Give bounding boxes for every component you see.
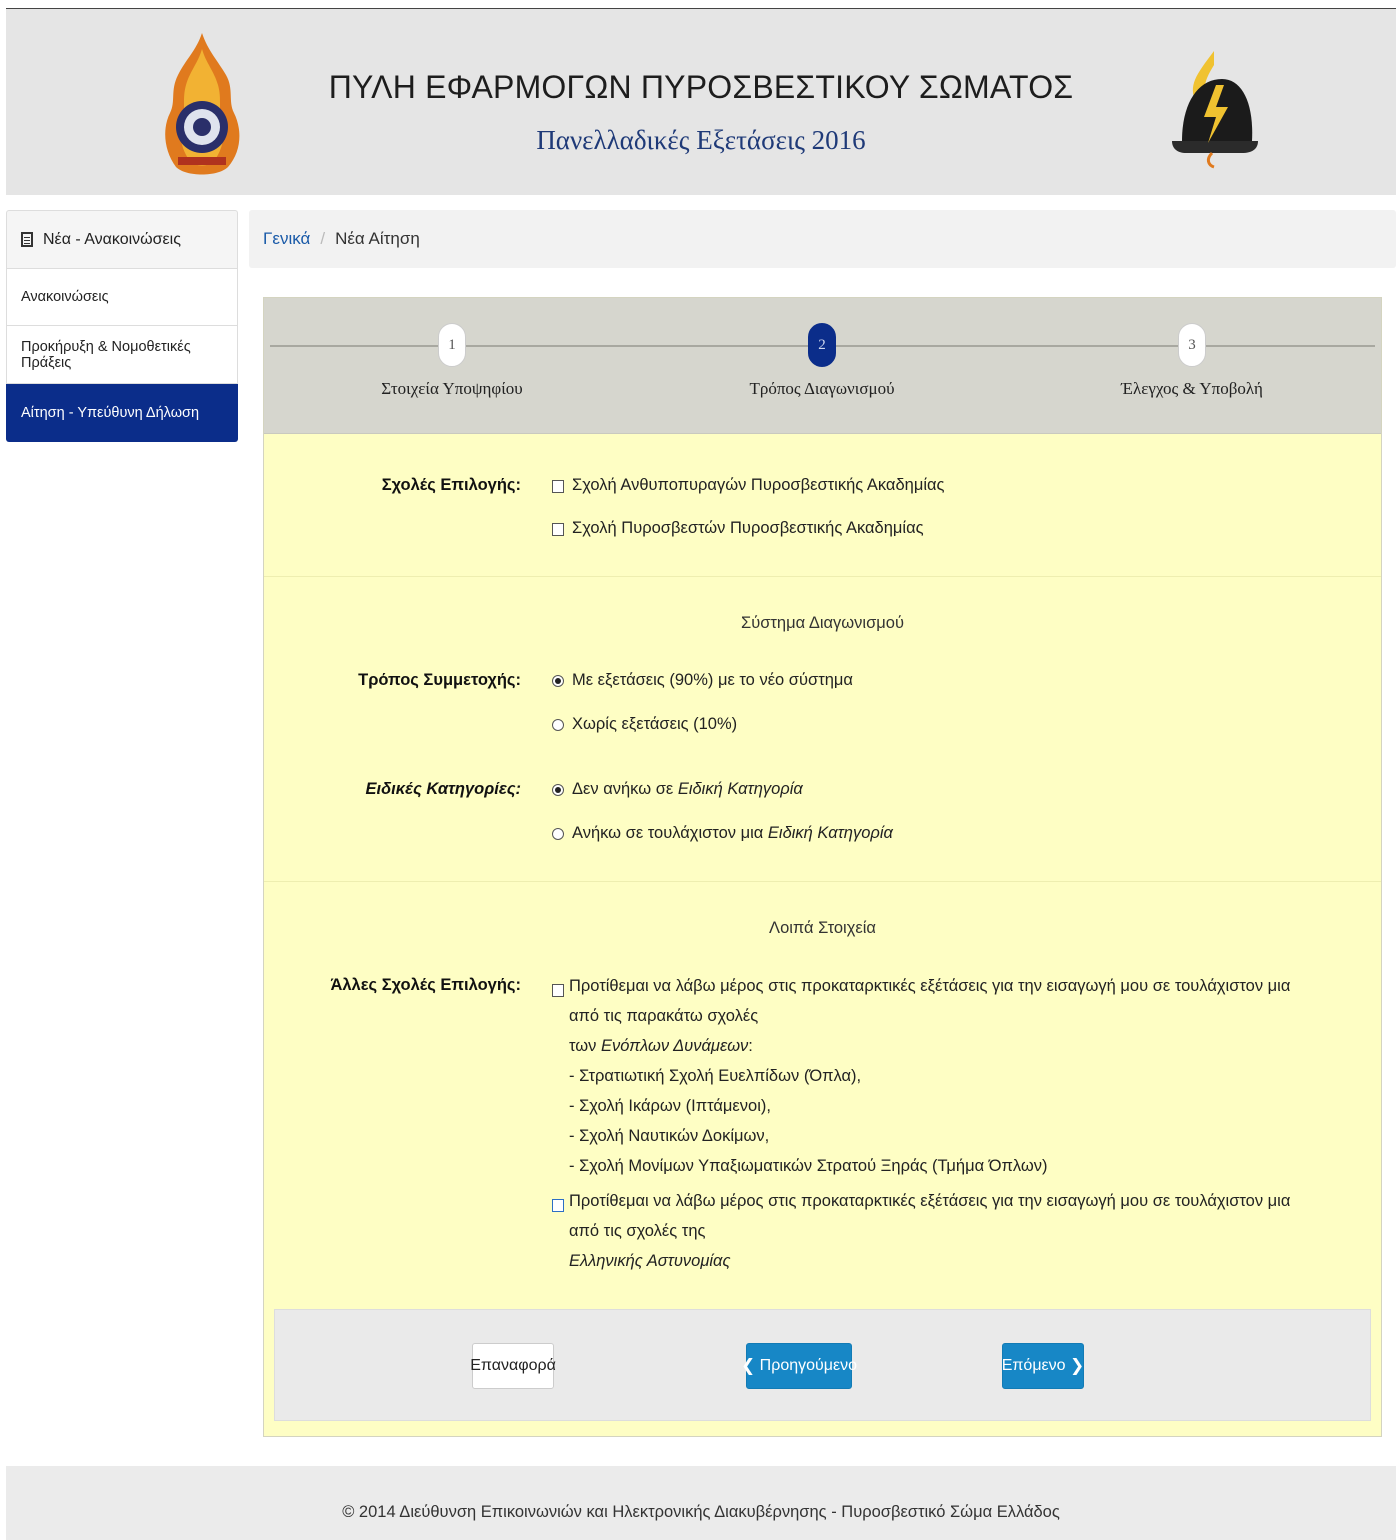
chevron-left-icon: ❮ — [740, 1356, 756, 1375]
breadcrumb-current: Νέα Αίτηση — [335, 229, 420, 248]
police-line: Ελληνικής Αστυνομίας — [569, 1252, 731, 1270]
special-none-radio[interactable] — [552, 784, 564, 796]
school-officers-checkbox[interactable] — [552, 480, 564, 493]
next-button[interactable]: Επόμενο ❯ — [1002, 1343, 1084, 1389]
special-option-none[interactable]: Δεν ανήκω σε Ειδική Κατηγορία — [552, 780, 803, 799]
breadcrumb-home-link[interactable]: Γενικά — [263, 229, 310, 249]
next-button-label: Επόμενο — [1001, 1357, 1066, 1374]
police-checkbox[interactable] — [552, 1199, 564, 1212]
other-schools-label: Άλλες Σχολές Επιλογής: — [330, 976, 521, 994]
school-firefighters-checkbox[interactable] — [552, 523, 564, 536]
school-option-officers[interactable]: Σχολή Ανθυποπυραγών Πυροσβεστικής Ακαδημ… — [552, 476, 945, 495]
participation-no-exams-radio[interactable] — [552, 719, 564, 731]
other-section-title: Λοιπά Στοιχεία — [769, 919, 876, 937]
armed-forces-checkbox[interactable] — [552, 984, 564, 997]
special-option-member[interactable]: Ανήκω σε τουλάχιστον μια Ειδική Κατηγορί… — [552, 824, 893, 843]
reset-button[interactable]: Επαναφορά — [470, 1343, 556, 1389]
option-text: Με εξετάσεις (90%) με το νέο σύστημα — [572, 671, 853, 689]
site-header: ΠΥΛΗ ΕΦΑΡΜΟΓΩΝ ΠΥΡΟΣΒΕΣΤΙΚΟΥ ΣΩΜΑΤΟΣ Παν… — [6, 9, 1396, 195]
sidebar-item-label: Προκήρυξη & Νομοθετικές Πράξεις — [21, 338, 191, 371]
wizard-step-label: Τρόπος Διαγωνισμού — [749, 379, 895, 398]
application-form-panel: 1 Στοιχεία Υποψηφίου 2 Τρόπος Διαγωνισμο… — [263, 297, 1382, 1437]
police-option-text: Προτίθεμαι να λάβω μέρος στις προκαταρκτ… — [569, 1186, 1309, 1276]
participation-exams-radio[interactable] — [552, 675, 564, 687]
school-option-firefighters[interactable]: Σχολή Πυροσβεστών Πυροσβεστικής Ακαδημία… — [552, 519, 924, 538]
sidebar-item-label: Αίτηση - Υπεύθυνη Δήλωση — [21, 404, 200, 421]
armed-forces-line: Προτίθεμαι να λάβω μέρος στις προκαταρκτ… — [569, 977, 1291, 1025]
armed-school-item: - Σχολή Ικάρων (Ιπτάμενοι), — [569, 1097, 771, 1115]
document-icon — [21, 232, 33, 247]
wizard-step-2[interactable]: 2 Τρόπος Διαγωνισμού — [702, 323, 942, 399]
armed-school-item: - Στρατιωτική Σχολή Ευελπίδων (Όπλα), — [569, 1067, 862, 1085]
police-line: Προτίθεμαι να λάβω μέρος στις προκαταρκτ… — [569, 1192, 1291, 1240]
form-button-bar: Επαναφορά ❮ Προηγούμενο Επόμενο ❯ — [274, 1309, 1371, 1421]
participation-option-no-exams[interactable]: Χωρίς εξετάσεις (10%) — [552, 715, 737, 734]
section-divider — [264, 576, 1381, 577]
wizard-step-3[interactable]: 3 Έλεγχος & Υποβολή — [1072, 323, 1312, 399]
armed-school-item: - Σχολή Μονίμων Υπαξιωματικών Στρατού Ξη… — [569, 1157, 1048, 1175]
footer-text: © 2014 Διεύθυνση Επικοινωνιών και Ηλεκτρ… — [342, 1503, 1060, 1521]
participation-label: Τρόπος Συμμετοχής: — [358, 671, 521, 689]
sidebar: Νέα - Ανακοινώσεις Ανακοινώσεις Προκήρυξ… — [6, 210, 238, 442]
option-text: Ανήκω σε τουλάχιστον μια Ειδική Κατηγορί… — [572, 824, 893, 842]
schools-label: Σχολές Επιλογής: — [381, 476, 521, 494]
option-text: Χωρίς εξετάσεις (10%) — [572, 715, 738, 733]
sidebar-item-proclamation[interactable]: Προκήρυξη & Νομοθετικές Πράξεις — [6, 326, 238, 384]
wizard-step-number: 1 — [438, 323, 466, 367]
sidebar-item-announcements[interactable]: Ανακοινώσεις — [6, 268, 238, 326]
section-divider — [264, 881, 1381, 882]
special-categories-label: Ειδικές Κατηγορίες: — [365, 780, 521, 798]
armed-school-item: - Σχολή Ναυτικών Δοκίμων, — [569, 1127, 770, 1145]
wizard-step-number: 3 — [1178, 323, 1206, 367]
sidebar-item-application[interactable]: Αίτηση - Υπεύθυνη Δήλωση — [6, 384, 238, 442]
armed-forces-option-text: Προτίθεμαι να λάβω μέρος στις προκαταρκτ… — [569, 971, 1309, 1181]
breadcrumb: Γενικά / Νέα Αίτηση — [249, 210, 1396, 268]
wizard-step-number: 2 — [808, 323, 836, 367]
participation-option-exams[interactable]: Με εξετάσεις (90%) με το νέο σύστημα — [552, 671, 853, 690]
previous-button[interactable]: ❮ Προηγούμενο — [741, 1343, 857, 1389]
sidebar-item-label: Ανακοινώσεις — [21, 289, 109, 305]
wizard-step-1[interactable]: 1 Στοιχεία Υποψηφίου — [332, 323, 572, 399]
wizard-step-label: Στοιχεία Υποψηφίου — [381, 379, 523, 398]
previous-button-label: Προηγούμενο — [759, 1357, 858, 1374]
option-text: Σχολή Ανθυποπυραγών Πυροσβεστικής Ακαδημ… — [572, 476, 945, 494]
breadcrumb-separator: / — [320, 229, 326, 248]
wizard-step-label: Έλεγχος & Υποβολή — [1121, 379, 1263, 398]
option-text: Δεν ανήκω σε Ειδική Κατηγορία — [572, 780, 803, 798]
sidebar-heading-label: Νέα - Ανακοινώσεις — [43, 230, 181, 248]
option-text: Σχολή Πυροσβεστών Πυροσβεστικής Ακαδημία… — [572, 519, 924, 537]
armed-forces-line: των Ενόπλων Δυνάμεων: — [569, 1037, 753, 1055]
site-footer: © 2014 Διεύθυνση Επικοινωνιών και Ηλεκτρ… — [6, 1466, 1396, 1540]
wizard-steps: 1 Στοιχεία Υποψηφίου 2 Τρόπος Διαγωνισμο… — [264, 298, 1381, 434]
firefighter-helmet-icon — [1172, 51, 1258, 169]
special-member-radio[interactable] — [552, 828, 564, 840]
sidebar-heading: Νέα - Ανακοινώσεις — [6, 210, 238, 268]
system-section-title: Σύστημα Διαγωνισμού — [741, 614, 904, 632]
chevron-right-icon: ❯ — [1070, 1356, 1085, 1375]
